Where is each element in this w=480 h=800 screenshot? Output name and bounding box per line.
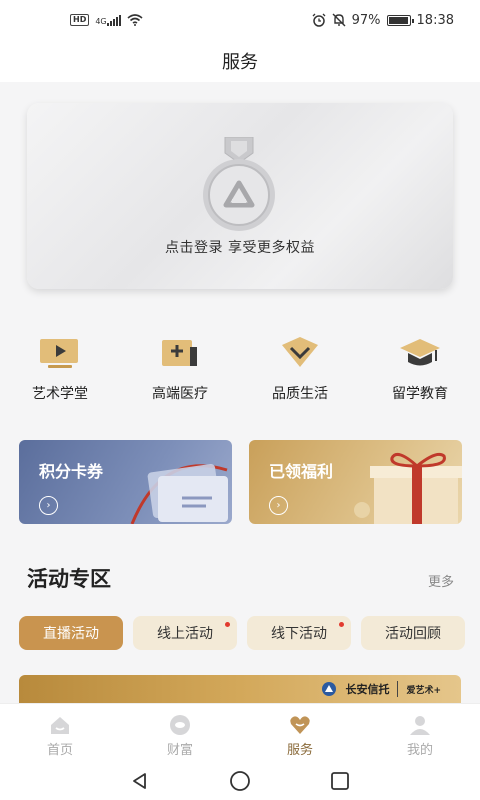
activity-section-title: 活动专区 (27, 567, 111, 591)
tab-home[interactable]: 首页 (0, 704, 120, 761)
hd-badge: HD (70, 14, 90, 26)
tab-mine[interactable]: 我的 (360, 704, 480, 761)
tab-label: 服务 (286, 743, 313, 758)
tab-review[interactable]: 活动回顾 (361, 616, 465, 650)
promo-title: 积分卡券 (39, 462, 104, 481)
promo-title: 已领福利 (269, 462, 334, 481)
bottom-tab-bar: 首页 财富 服务 我的 (0, 703, 480, 761)
activity-banner[interactable]: 长安信托 爱艺术+ (19, 675, 461, 703)
quick-label: 艺术学堂 (32, 386, 88, 402)
tab-label: 财富 (166, 743, 193, 758)
system-nav-bar (0, 761, 480, 800)
tab-live[interactable]: 直播活动 (19, 616, 123, 650)
gift-box-illustration (354, 452, 462, 524)
home-circle-icon[interactable] (229, 770, 251, 792)
network-type: 4G (95, 16, 107, 26)
medical-box-icon (162, 340, 197, 366)
signal-icon: 4G (95, 14, 121, 26)
quick-item-study[interactable]: 留学教育 (360, 335, 480, 403)
heart-icon (290, 716, 310, 734)
trust-logo-icon (322, 682, 337, 696)
tab-service[interactable]: 服务 (240, 704, 360, 761)
notification-dot (339, 622, 344, 627)
tab-offline[interactable]: 线下活动 (247, 616, 351, 650)
quick-menu: 艺术学堂 高端医疗 品质生活 留学教育 (0, 335, 480, 403)
video-play-icon (40, 339, 78, 368)
tab-label: 线下活动 (271, 626, 327, 642)
quick-item-art[interactable]: 艺术学堂 (0, 335, 120, 403)
graduation-cap-icon (400, 339, 440, 366)
coupon-illustration (130, 464, 228, 524)
tab-label: 首页 (46, 743, 73, 758)
login-prompt: 点击登录 享受更多权益 (165, 240, 315, 256)
tab-label: 我的 (406, 743, 433, 758)
page-title: 服务 (222, 52, 258, 73)
alarm-icon (312, 13, 326, 27)
points-coupon-card[interactable]: 积分卡券 › (19, 440, 232, 524)
quick-item-life[interactable]: 品质生活 (240, 335, 360, 403)
home-icon (51, 717, 69, 734)
back-icon[interactable] (130, 771, 150, 791)
tab-label: 直播活动 (43, 626, 99, 642)
status-left: HD 4G (70, 14, 143, 26)
wealth-icon (170, 715, 190, 735)
quick-item-medical[interactable]: 高端医疗 (120, 335, 240, 403)
welfare-card[interactable]: 已领福利 › (249, 440, 462, 524)
tab-wealth[interactable]: 财富 (120, 704, 240, 761)
wifi-icon (127, 14, 143, 26)
notification-dot (225, 622, 230, 627)
tab-label: 线上活动 (157, 626, 213, 642)
chevron-down-icon (282, 337, 318, 367)
status-bar: HD 4G 97% 18:38 (0, 0, 480, 40)
battery-icon (386, 14, 414, 26)
mute-icon (332, 13, 346, 27)
user-icon (410, 716, 430, 735)
banner-partner: 爱艺术+ (406, 685, 441, 696)
login-card[interactable]: 点击登录 享受更多权益 (27, 103, 453, 289)
quick-label: 留学教育 (392, 386, 448, 402)
battery-percent: 97% (351, 12, 381, 28)
activity-tabs: 直播活动 线上活动 线下活动 活动回顾 (19, 616, 465, 650)
medal-icon (203, 137, 275, 231)
banner-logo-text: 长安信托 (345, 683, 390, 696)
status-right: 97% 18:38 (312, 13, 454, 28)
arrow-right-icon: › (39, 496, 58, 515)
arrow-right-icon: › (269, 496, 288, 515)
status-time: 18:38 (416, 12, 454, 28)
page-header: 服务 (0, 40, 480, 82)
more-link[interactable]: 更多 (428, 571, 454, 590)
tab-online[interactable]: 线上活动 (133, 616, 237, 650)
banner-logo: 长安信托 爱艺术+ (321, 681, 441, 697)
recents-icon[interactable] (330, 771, 350, 791)
tab-label: 活动回顾 (385, 626, 441, 642)
quick-label: 品质生活 (272, 386, 328, 402)
quick-label: 高端医疗 (152, 386, 208, 402)
